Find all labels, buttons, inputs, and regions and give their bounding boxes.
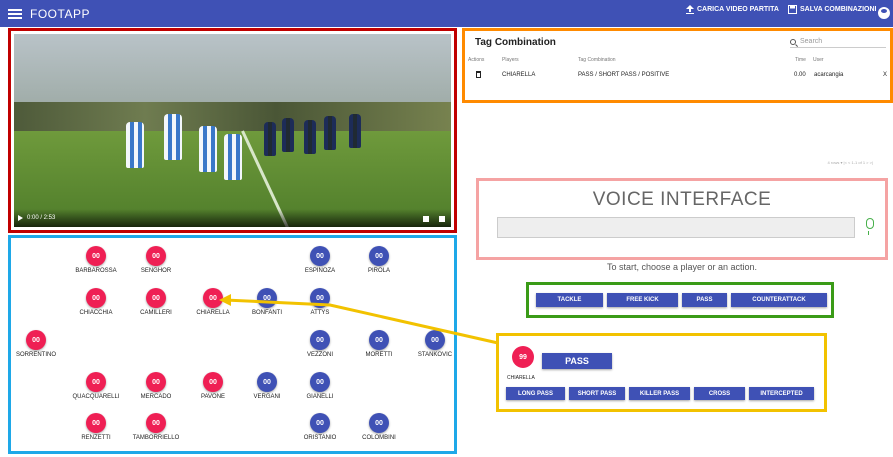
action-tackle-button[interactable]: TACKLE xyxy=(536,293,603,307)
player-name-label: SORRENTINO xyxy=(15,352,56,358)
app-title: FOOTAPP xyxy=(30,6,90,21)
search-field[interactable]: Search xyxy=(790,36,886,48)
row-user: acarcangia xyxy=(814,72,844,78)
player-button[interactable]: 00 xyxy=(86,413,106,433)
option-killer-pass-button[interactable]: KILLER PASS xyxy=(629,387,690,400)
player-button[interactable]: 00 xyxy=(425,330,445,350)
search-placeholder: Search xyxy=(800,38,823,45)
player-name-label: TAMBORRIELLO xyxy=(132,435,180,441)
player-button[interactable]: 00 xyxy=(310,330,330,350)
video-player-figure xyxy=(164,114,182,160)
player-button[interactable]: 00 xyxy=(86,246,106,266)
fullscreen-icon[interactable] xyxy=(439,216,445,222)
player-name-label: STANKOVIC xyxy=(417,352,453,358)
player-button[interactable]: 00 xyxy=(86,372,106,392)
voice-title: VOICE INTERFACE xyxy=(592,189,772,210)
menu-icon[interactable] xyxy=(8,8,22,19)
selected-player-name: CHIARELLA xyxy=(507,375,535,381)
action-free-kick-button[interactable]: FREE KICK xyxy=(607,293,678,307)
column-header-players[interactable]: Players xyxy=(502,57,519,63)
player-button[interactable]: 00 xyxy=(257,288,277,308)
player-button[interactable]: 00 xyxy=(86,288,106,308)
video-player-figure xyxy=(224,134,242,180)
instruction-text: To start, choose a player or an action. xyxy=(606,262,758,272)
table-pagination[interactable]: 4 rows ▾ |< < 1-1 of 1 > >| xyxy=(828,160,873,165)
video-player[interactable]: 0:00 / 2:53 xyxy=(14,34,451,227)
voice-input[interactable] xyxy=(497,217,855,238)
player-name-label: ATTYS xyxy=(310,310,330,316)
account-icon[interactable] xyxy=(878,7,890,19)
row-player: CHIARELLA xyxy=(502,72,536,78)
video-player-figure xyxy=(126,122,144,168)
player-button[interactable]: 00 xyxy=(146,413,166,433)
player-button[interactable]: 00 xyxy=(310,246,330,266)
row-time: 0.00 xyxy=(794,72,806,78)
video-player-figure xyxy=(304,120,316,154)
player-name-label: SENGHOR xyxy=(140,268,172,274)
selected-player-badge[interactable]: 99 xyxy=(512,346,534,368)
player-button[interactable]: 00 xyxy=(257,372,277,392)
player-button[interactable]: 00 xyxy=(369,246,389,266)
player-button[interactable]: 00 xyxy=(203,288,223,308)
video-player-figure xyxy=(349,114,361,148)
option-intercepted-button[interactable]: INTERCEPTED xyxy=(749,387,814,400)
player-button[interactable]: 00 xyxy=(146,288,166,308)
players-panel: 00 BARBAROSSA 00 SENGHOR 00 ESPINOZA 00 PIROLA 0… xyxy=(8,235,457,454)
tag-table-title: Tag Combination xyxy=(475,37,556,48)
delete-icon[interactable] xyxy=(476,71,481,78)
player-button[interactable]: 00 xyxy=(146,246,166,266)
save-combinations-button[interactable]: SALVA COMBINAZIONI xyxy=(788,5,876,14)
player-name-label: COLOMBINI xyxy=(362,435,396,441)
player-button[interactable]: 00 xyxy=(310,372,330,392)
column-header-user[interactable]: User xyxy=(813,57,824,63)
search-icon xyxy=(790,38,796,45)
video-player-figure xyxy=(282,118,294,152)
video-player-figure xyxy=(264,122,276,156)
video-controls: 0:00 / 2:53 xyxy=(14,209,451,227)
column-header-tag[interactable]: Tag Combination xyxy=(578,57,616,63)
actions-panel: TACKLE FREE KICK PASS COUNTERATTACK xyxy=(526,282,834,318)
volume-icon[interactable] xyxy=(423,216,429,222)
player-button[interactable]: 00 xyxy=(369,413,389,433)
video-player-figure xyxy=(199,126,217,172)
selected-action-button[interactable]: PASS xyxy=(542,353,612,369)
video-time: 0:00 / 2:53 xyxy=(27,215,56,221)
option-cross-button[interactable]: CROSS xyxy=(694,387,745,400)
action-counterattack-button[interactable]: COUNTERATTACK xyxy=(731,293,827,307)
player-button[interactable]: 00 xyxy=(146,372,166,392)
player-name-label: PIROLA xyxy=(367,268,390,274)
upload-video-label: CARICA VIDEO PARTITA xyxy=(697,6,779,13)
app-bar: FOOTAPP CARICA VIDEO PARTITA SALVA COMBI… xyxy=(0,0,893,27)
player-button[interactable]: 00 xyxy=(310,288,330,308)
upload-icon xyxy=(686,5,694,14)
player-button[interactable]: 00 xyxy=(310,413,330,433)
save-combinations-label: SALVA COMBINAZIONI xyxy=(800,6,877,13)
video-panel: 0:00 / 2:53 xyxy=(8,28,457,233)
video-player-figure xyxy=(324,116,336,150)
save-icon xyxy=(788,5,797,14)
option-long-pass-button[interactable]: LONG PASS xyxy=(506,387,565,400)
column-header-time[interactable]: Time xyxy=(795,57,806,63)
voice-interface-panel: VOICE INTERFACE xyxy=(476,178,888,260)
player-button[interactable]: 00 xyxy=(26,330,46,350)
player-button[interactable]: 00 xyxy=(203,372,223,392)
microphone-icon[interactable] xyxy=(866,218,874,235)
play-icon[interactable] xyxy=(18,215,23,221)
tag-combination-panel: Tag Combination Search Actions Players T… xyxy=(462,28,893,103)
player-button[interactable]: 00 xyxy=(369,330,389,350)
player-name-label: GIANELLI xyxy=(306,394,334,400)
option-short-pass-button[interactable]: SHORT PASS xyxy=(569,387,625,400)
selection-panel: 99 PASS CHIARELLA LONG PASS SHORT PASS K… xyxy=(496,333,827,412)
tag-table-footer: 4 rows ▾ |< < 1-1 of 1 > >| xyxy=(462,103,893,173)
upload-video-button[interactable]: CARICA VIDEO PARTITA xyxy=(686,5,779,14)
column-header-actions: Actions xyxy=(468,57,485,63)
row-remove-button[interactable]: X xyxy=(883,72,887,78)
action-pass-button[interactable]: PASS xyxy=(682,293,727,307)
row-tag: PASS / SHORT PASS / POSITIVE xyxy=(578,72,670,78)
